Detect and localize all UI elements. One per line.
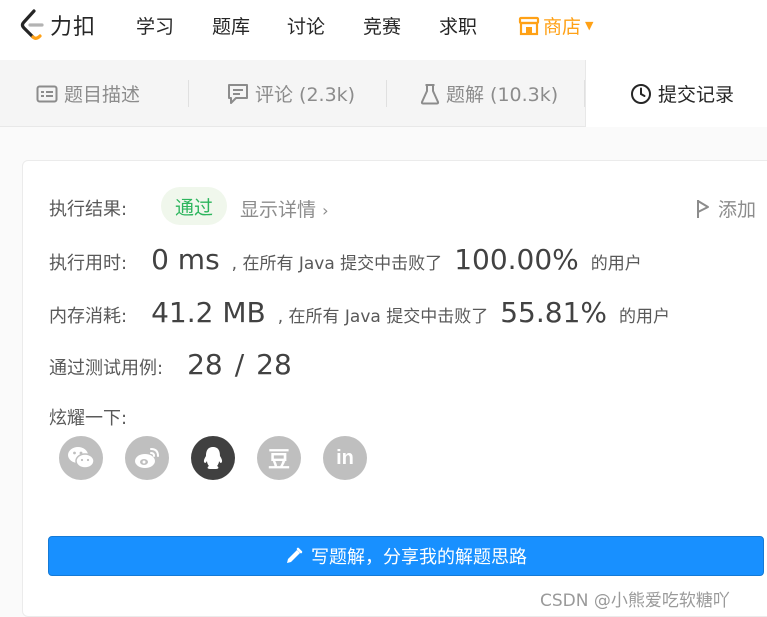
- weibo-icon: [135, 448, 159, 468]
- comment-icon: [228, 83, 248, 104]
- memory-suffix: 的用户: [619, 307, 670, 327]
- memory-label: 内存消耗:: [49, 306, 128, 327]
- chevron-right-icon: ›: [322, 201, 329, 220]
- nav-jobs[interactable]: 求职: [439, 12, 477, 39]
- testcases-row: 通过测试用例: 28 / 28: [49, 348, 292, 381]
- tab-solutions[interactable]: 题解 (10.3k): [420, 60, 558, 127]
- qq-icon: [203, 447, 223, 469]
- runtime-percent: 100.00%: [454, 243, 579, 276]
- wechat-icon: [68, 447, 95, 469]
- nav-shop-label: 商店: [543, 16, 582, 38]
- tab-divider: [188, 80, 189, 107]
- nav-contest[interactable]: 竞赛: [363, 12, 401, 39]
- tab-submissions-label: 提交记录: [658, 84, 735, 106]
- result-label: 执行结果:: [49, 199, 128, 220]
- runtime-label: 执行用时:: [49, 253, 128, 274]
- leetcode-logo-icon: [20, 9, 44, 40]
- memory-value: 41.2 MB: [151, 296, 266, 329]
- tab-bar: 题目描述 评论 (2.3k) 题解 (10.3k) 提交记录: [0, 60, 767, 127]
- share-wechat-button[interactable]: [59, 436, 103, 480]
- testcases-separator: /: [234, 348, 245, 381]
- tab-submissions[interactable]: 提交记录: [585, 60, 767, 127]
- nav-learn[interactable]: 学习: [136, 12, 174, 39]
- logo[interactable]: 力扣: [20, 8, 96, 42]
- nav-discuss[interactable]: 讨论: [287, 12, 325, 39]
- watermark: CSDN @小熊爱吃软糖吖: [540, 591, 730, 611]
- add-note-label: 添加: [718, 199, 757, 221]
- testcases-total: 28: [256, 348, 292, 381]
- douban-icon: 豆: [267, 448, 290, 473]
- write-solution-label: 写题解，分享我的解题思路: [311, 547, 527, 568]
- flask-icon: [420, 83, 440, 104]
- runtime-row: 执行用时: 0 ms , 在所有 Java 提交中击败了 100.00% 的用户: [49, 243, 642, 276]
- testcases-label: 通过测试用例:: [49, 358, 164, 379]
- logo-text: 力扣: [50, 15, 97, 40]
- nav-shop[interactable]: 商店 ▼: [518, 12, 593, 39]
- show-details-label: 显示详情: [240, 199, 317, 221]
- store-icon: [518, 16, 540, 35]
- nav-problemset[interactable]: 题库: [212, 12, 250, 39]
- runtime-suffix: 的用户: [590, 254, 642, 274]
- tab-description[interactable]: 题目描述: [36, 60, 140, 127]
- description-icon: [36, 85, 58, 102]
- add-note-button[interactable]: 添加: [696, 195, 756, 222]
- clock-icon: [631, 83, 651, 104]
- status-badge[interactable]: 通过: [161, 187, 227, 225]
- share-linkedin-button[interactable]: in: [323, 436, 367, 480]
- write-solution-button[interactable]: 写题解，分享我的解题思路: [48, 536, 764, 576]
- top-nav: 力扣 学习 题库 讨论 竞赛 求职 商店 ▼: [0, 0, 767, 50]
- tab-divider: [386, 80, 387, 107]
- tab-description-label: 题目描述: [64, 84, 141, 106]
- share-douban-button[interactable]: 豆: [257, 436, 301, 480]
- tab-comments-label: 评论 (2.3k): [255, 84, 356, 106]
- pencil-icon: [287, 547, 303, 563]
- share-label: 炫耀一下:: [49, 408, 128, 429]
- share-weibo-button[interactable]: [125, 436, 169, 480]
- share-qq-button[interactable]: [191, 436, 235, 480]
- tab-solutions-label: 题解 (10.3k): [446, 84, 559, 106]
- runtime-text: , 在所有 Java 提交中击败了: [231, 254, 443, 274]
- show-details-link[interactable]: 显示详情 ›: [240, 195, 328, 222]
- testcases-passed: 28: [187, 348, 223, 381]
- tab-comments[interactable]: 评论 (2.3k): [227, 60, 355, 127]
- flag-icon: [697, 199, 709, 218]
- memory-text: , 在所有 Java 提交中击败了: [277, 307, 489, 327]
- memory-row: 内存消耗: 41.2 MB , 在所有 Java 提交中击败了 55.81% 的…: [49, 296, 670, 329]
- linkedin-icon: in: [336, 446, 354, 469]
- runtime-value: 0 ms: [151, 243, 220, 276]
- memory-percent: 55.81%: [500, 296, 607, 329]
- caret-down-icon: ▼: [585, 19, 594, 32]
